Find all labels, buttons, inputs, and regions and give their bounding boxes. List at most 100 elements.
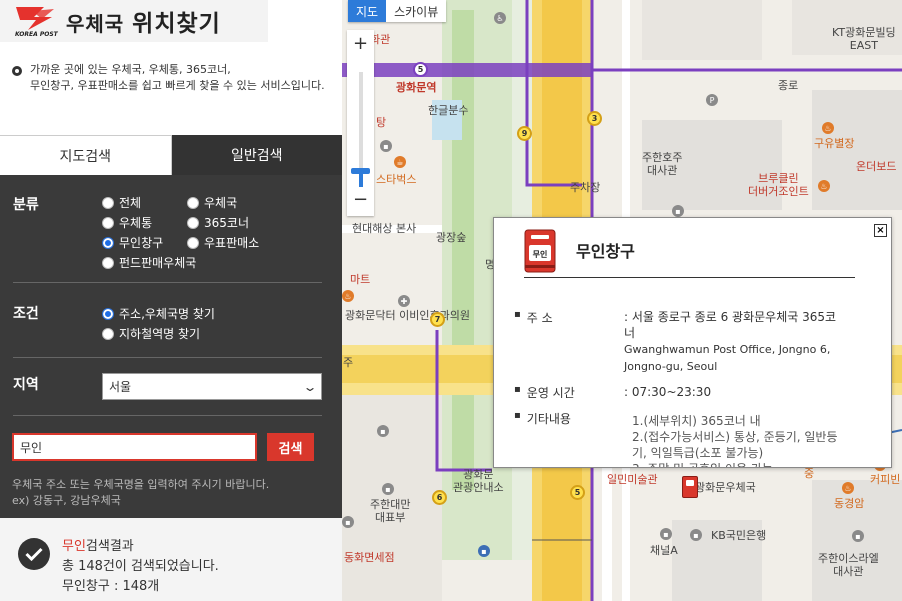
radio-button[interactable]: [102, 196, 114, 209]
radio-label: 우체국: [204, 196, 238, 210]
result-count: 총 148건이 검색되었습니다.: [62, 559, 219, 574]
popup-row-hours: ▪ 운영 시간 : 07:30~23:30: [514, 384, 844, 401]
search-panel: KOREA POST 우체국 위치찾기 가까운 곳에 있는 우체국, 우체통, …: [0, 0, 342, 601]
building-icon[interactable]: ✚: [398, 295, 410, 307]
zoom-handle[interactable]: [351, 167, 370, 174]
map-label: 중: [804, 467, 815, 480]
popup-row-label: ▪ 운영 시간: [514, 384, 624, 401]
radio-subway-search[interactable]: 지하철역명 찾기: [102, 325, 200, 342]
close-icon[interactable]: ×: [874, 224, 887, 237]
restaurant-icon[interactable]: ♨: [842, 482, 854, 494]
search-button[interactable]: 검색: [267, 433, 314, 461]
radio-mailbox[interactable]: 우체통: [102, 214, 152, 231]
zoom-in-button[interactable]: +: [347, 30, 374, 57]
radio-button[interactable]: [102, 216, 114, 229]
building-icon[interactable]: ▪: [852, 530, 864, 542]
radio-button-checked[interactable]: [102, 236, 114, 249]
bullet-icon: ▪: [514, 384, 521, 395]
popup-row-etc: ▪ 기타내용 1.(세부위치) 365코너 내 2.(접수가능서비스) 통상, 준…: [514, 410, 844, 467]
radio-button[interactable]: [187, 196, 199, 209]
intro: 가까운 곳에 있는 우체국, 우체통, 365코너, 무인창구, 우표판매소를 …: [12, 62, 342, 94]
popup-row-value: : 07:30~23:30: [624, 385, 712, 399]
popup-title: 무인창구: [576, 242, 635, 261]
search-hint: 우체국 주소 또는 우체국명을 입력하여 주시기 바랍니다. ex) 강동구, …: [12, 478, 270, 507]
map-label: 동화면세점: [344, 551, 395, 564]
restaurant-icon[interactable]: ♨: [342, 290, 354, 302]
map-label: 종로: [778, 79, 799, 92]
map-label: 채널A: [650, 544, 678, 557]
map-label: 동경암: [834, 497, 865, 510]
radio-label: 우표판매소: [204, 236, 260, 250]
intro-text: 가까운 곳에 있는 우체국, 우체통, 365코너, 무인창구, 우표판매소를 …: [30, 63, 325, 92]
restroom-icon[interactable]: ♿: [494, 12, 506, 24]
route-number-badge: 9: [517, 126, 532, 141]
cafe-icon[interactable]: ☕: [394, 156, 406, 168]
kiosk-icon-text: 무인: [533, 249, 548, 259]
korea-post-logo[interactable]: KOREA POST: [12, 0, 62, 42]
tab-general-search[interactable]: 일반검색: [171, 135, 342, 175]
region-label: 지역: [13, 377, 39, 393]
map-label: 주차장: [570, 181, 601, 194]
building-icon[interactable]: ▪: [660, 528, 672, 540]
check-circle-icon: [18, 538, 50, 570]
route-number-badge: 3: [587, 111, 602, 126]
result-category-count[interactable]: 무인창구 : 148개: [62, 577, 219, 597]
restaurant-icon[interactable]: ♨: [822, 122, 834, 134]
radio-fund-post-office[interactable]: 펀드판매우체국: [102, 254, 196, 271]
search-input[interactable]: 무인: [12, 433, 257, 461]
map-label: KB국민은행: [711, 529, 767, 542]
building-icon[interactable]: ▪: [382, 483, 394, 495]
map-label: 주한대만 대표부: [370, 498, 411, 524]
radio-button[interactable]: [102, 327, 114, 340]
radio-365-corner[interactable]: 365코너: [187, 214, 249, 231]
condition-label: 조건: [13, 306, 39, 322]
search-form: 분류 전체 우체국 우체통 365코너 무인창구 우표판매소 펀드판매우체국 조…: [0, 175, 342, 518]
radio-label: 전체: [119, 196, 142, 210]
title-prefix: 우체국: [66, 12, 125, 36]
popup-divider: [524, 277, 855, 278]
radio-button-checked[interactable]: [102, 307, 114, 320]
map-label: 한글분수: [428, 104, 469, 117]
map-type-map[interactable]: 지도: [348, 0, 387, 22]
bank-icon[interactable]: ▪: [690, 529, 702, 541]
map-label: 탕: [376, 116, 387, 129]
map-label: 커피빈: [870, 473, 901, 486]
map-type-skyview[interactable]: 스카이뷰: [386, 0, 446, 22]
tab-map-search[interactable]: 지도검색: [0, 135, 172, 175]
map-label: KT광화문빌딩 EAST: [832, 26, 896, 52]
result-summary: 무인검색결과 총 148건이 검색되었습니다. 무인창구 : 148개: [0, 518, 342, 601]
map-label: 광화문닥터 이비인후과의원: [345, 309, 470, 322]
zoom-out-button[interactable]: −: [347, 186, 374, 213]
page-title: 우체국 위치찾기: [66, 4, 221, 38]
bus-stop-icon[interactable]: ▪: [478, 545, 490, 557]
radio-button[interactable]: [187, 236, 199, 249]
map-label: 온더보드: [856, 160, 897, 173]
unmanned-kiosk-icon: 무인: [524, 229, 556, 276]
post-office-locator: KOREA POST 우체국 위치찾기 가까운 곳에 있는 우체국, 우체통, …: [0, 0, 902, 601]
radio-button[interactable]: [102, 256, 114, 269]
radio-stamp-seller[interactable]: 우표판매소: [187, 234, 259, 251]
radio-button[interactable]: [187, 216, 199, 229]
map-label: 스타벅스: [376, 173, 417, 186]
bus-stop-icon[interactable]: ▪: [377, 425, 389, 437]
divider: [13, 282, 322, 283]
restaurant-icon[interactable]: ♨: [818, 180, 830, 192]
building-icon[interactable]: ▪: [380, 140, 392, 152]
popup-row-label: ▪ 기타내용: [514, 410, 624, 467]
radio-label: 펀드판매우체국: [119, 256, 197, 270]
radio-address-search[interactable]: 주소,우체국명 찾기: [102, 305, 215, 322]
radio-post-office[interactable]: 우체국: [187, 194, 237, 211]
map-label: 광화문 관광안내소: [453, 468, 504, 494]
region-select[interactable]: 서울 ⌄: [102, 373, 322, 400]
radio-unmanned-counter[interactable]: 무인창구: [102, 234, 163, 251]
unmanned-counter-marker-icon[interactable]: [682, 476, 698, 498]
label-text: 주 소: [526, 311, 553, 325]
building-icon[interactable]: ▪: [672, 205, 684, 217]
parking-icon[interactable]: P: [706, 94, 718, 106]
address-en: Gwanghwamun Post Office, Jongno 6, Jongn…: [624, 343, 831, 373]
radio-all[interactable]: 전체: [102, 194, 141, 211]
map-view[interactable]: 화관 광화문역 한글분수 탕 스타벅스 현대해상 본사 광장숲 마트 광화문닥터…: [342, 0, 902, 601]
toilet-icon[interactable]: ▪: [342, 516, 354, 528]
popup-row-value: 1.(세부위치) 365코너 내 2.(접수가능서비스) 통상, 준등기, 일반…: [632, 414, 838, 467]
radio-label: 지하철역명 찾기: [119, 327, 201, 341]
